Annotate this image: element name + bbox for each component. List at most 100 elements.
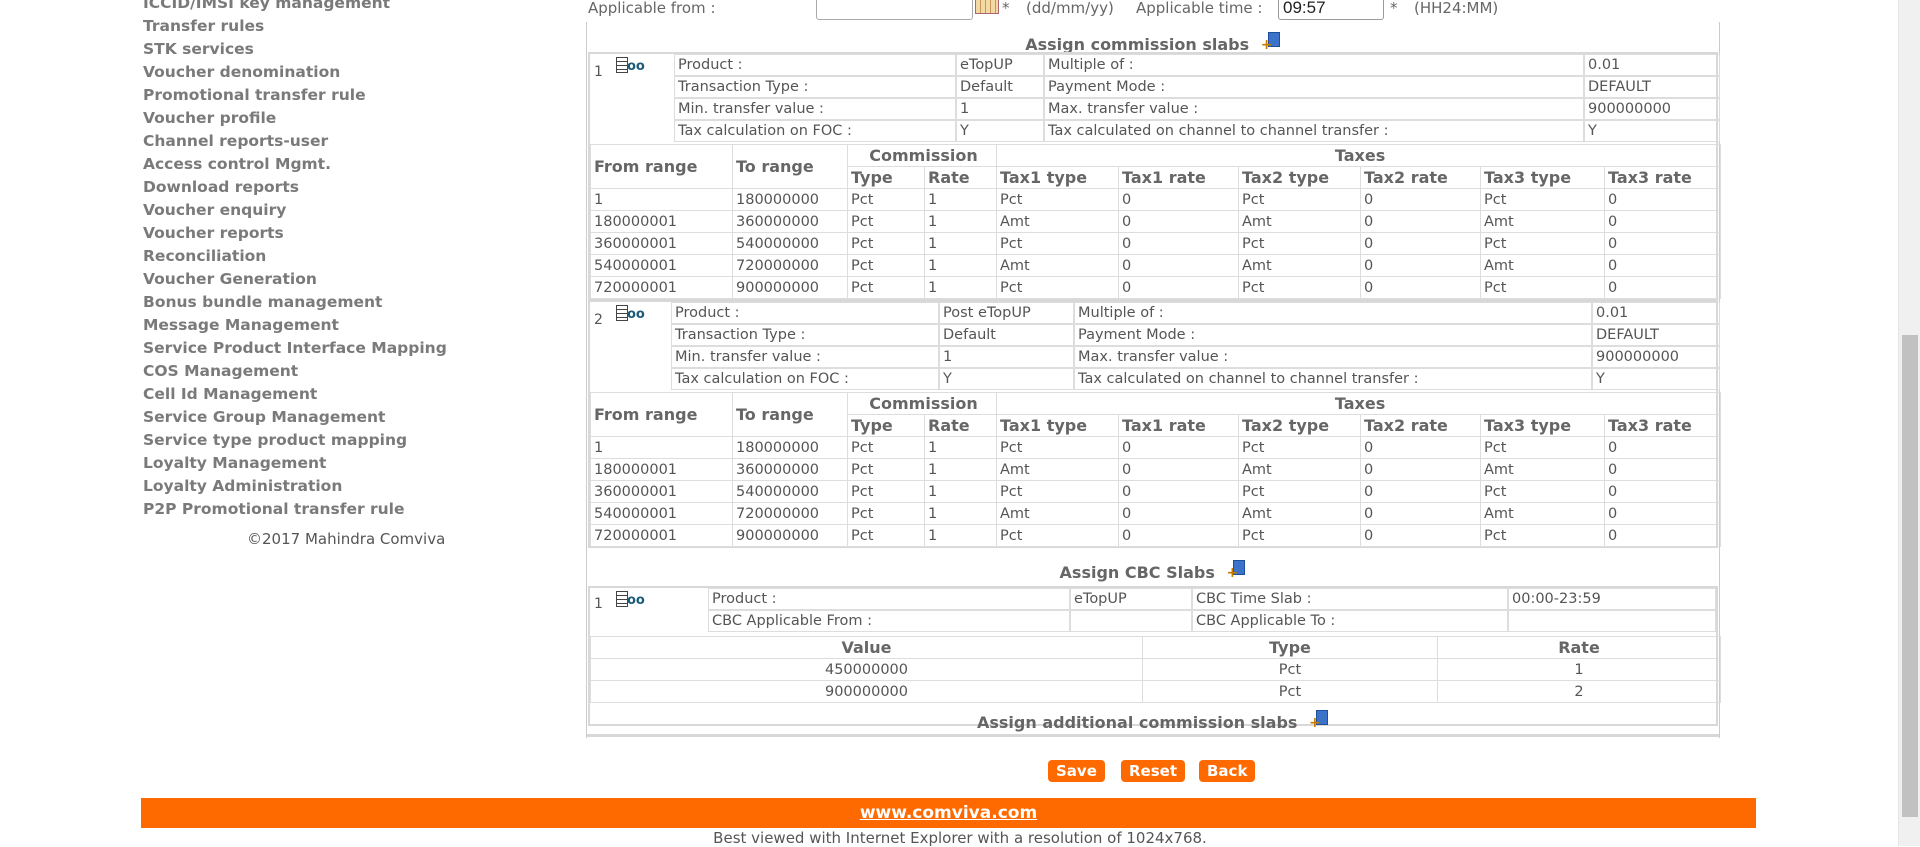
sidebar-menu-item[interactable]: Voucher profile bbox=[143, 107, 483, 130]
max-transfer-value-label: Max. transfer value : bbox=[1074, 346, 1592, 368]
slab-cell: 1 bbox=[923, 254, 998, 277]
sidebar-menu-item[interactable]: Voucher reports bbox=[143, 222, 483, 245]
vertical-scrollbar[interactable] bbox=[1898, 0, 1920, 846]
slab-cell: 0 bbox=[1604, 210, 1722, 233]
sidebar-menu-item[interactable]: Access control Mgmt. bbox=[143, 153, 483, 176]
slab-cell: 360000000 bbox=[732, 458, 848, 481]
slab-cell: 180000001 bbox=[590, 458, 733, 481]
slab-cell: Amt bbox=[1238, 254, 1362, 277]
sidebar-menu-item[interactable]: Service Group Management bbox=[143, 406, 483, 429]
slab-cell: 1 bbox=[923, 188, 998, 211]
sidebar-menu-item[interactable]: Loyalty Administration bbox=[143, 475, 483, 498]
min-transfer-value-value: 1 bbox=[939, 346, 1074, 368]
slab-cell: 0 bbox=[1118, 524, 1240, 547]
sidebar-menu-item[interactable]: Transfer rules bbox=[143, 15, 483, 38]
slab-row: 360000001 540000000 Pct 1 Pct 0 Pct 0 Pct 0 bbox=[590, 480, 1722, 503]
view-details-icon[interactable]: oo bbox=[616, 305, 645, 323]
sidebar-menu-item[interactable]: STK services bbox=[143, 38, 483, 61]
sidebar-menu-item[interactable]: Download reports bbox=[143, 176, 483, 199]
sidebar-menu-item[interactable]: Channel reports-user bbox=[143, 130, 483, 153]
slab-cell: Pct bbox=[1480, 436, 1606, 459]
slab-cell: Pct bbox=[847, 436, 925, 459]
slab-cell: 0 bbox=[1360, 524, 1482, 547]
slab-cell: 0 bbox=[1118, 232, 1240, 255]
scrollbar-thumb[interactable] bbox=[1902, 335, 1918, 817]
tax-channel-transfer-value: Y bbox=[1592, 368, 1720, 390]
sidebar-menu-item[interactable]: ICCID/IMSI key management bbox=[143, 0, 483, 15]
cbc-slab-block: 1 oo Product : eTopUP CBC Time Slab : 00… bbox=[588, 586, 1721, 726]
sidebar-menu-item[interactable]: Promotional transfer rule bbox=[143, 84, 483, 107]
slab-cell: Amt bbox=[1480, 458, 1606, 481]
slab-cell: 1 bbox=[923, 458, 998, 481]
assign-additional-commission-title: Assign additional commission slabs bbox=[976, 713, 1298, 732]
commission-slab-block: 2 oo Product : Post eTopUP Multiple of :0.01… bbox=[588, 300, 1722, 548]
slab-cell: 0 bbox=[1604, 254, 1722, 277]
add-additional-commission-icon[interactable]: + bbox=[1309, 710, 1329, 730]
slab-cell: 0 bbox=[1604, 232, 1722, 255]
sidebar-menu-item[interactable]: Message Management bbox=[143, 314, 483, 337]
cbc-cell: 900000000 bbox=[590, 680, 1143, 703]
tax2-rate-header: Tax2 rate bbox=[1360, 166, 1482, 189]
slab-cell: 540000000 bbox=[732, 480, 848, 503]
slab-cell: Pct bbox=[996, 188, 1120, 211]
commission-slab-table: From range To range Commission Taxes Type Rat… bbox=[590, 144, 1722, 299]
cbc-value-header: Value bbox=[590, 636, 1143, 659]
sidebar-menu-item[interactable]: Voucher Generation bbox=[143, 268, 483, 291]
sidebar-menu-item[interactable]: P2P Promotional transfer rule bbox=[143, 498, 483, 521]
slab-cell: Pct bbox=[1238, 276, 1362, 299]
slab-cell: 0 bbox=[1118, 480, 1240, 503]
sidebar-menu-item[interactable]: Voucher enquiry bbox=[143, 199, 483, 222]
tax3-rate-header: Tax3 rate bbox=[1604, 414, 1722, 437]
slab-cell: Pct bbox=[847, 480, 925, 503]
copyright-text: ©2017 Mahindra Comviva bbox=[247, 530, 446, 548]
reset-button[interactable]: Reset bbox=[1121, 760, 1185, 782]
time-format-hint: (HH24:MM) bbox=[1414, 0, 1499, 17]
assign-commission-slabs-header: Assign commission slabs + bbox=[587, 32, 1719, 54]
tax1-rate-header: Tax1 rate bbox=[1118, 414, 1240, 437]
sidebar-menu-item[interactable]: Service Product Interface Mapping bbox=[143, 337, 483, 360]
sidebar-menu-item[interactable]: COS Management bbox=[143, 360, 483, 383]
footer-bar: www.comviva.com bbox=[141, 798, 1756, 828]
tax3-type-header: Tax3 type bbox=[1480, 414, 1606, 437]
slab-cell: 0 bbox=[1360, 480, 1482, 503]
commission-rate-header: Rate bbox=[923, 414, 998, 437]
tax-channel-transfer-label: Tax calculated on channel to channel tra… bbox=[1044, 120, 1584, 142]
cbc-slab-table: Value Type Rate 450000000 Pct 1 900000000 Pc… bbox=[590, 636, 1721, 703]
cbc-slab-index: 1 bbox=[594, 596, 603, 612]
view-details-icon[interactable]: oo bbox=[616, 57, 645, 75]
comviva-website-link[interactable]: www.comviva.com bbox=[860, 803, 1037, 823]
add-cbc-slab-icon[interactable]: + bbox=[1226, 560, 1246, 580]
slab-cell: 180000000 bbox=[732, 436, 848, 459]
slab-row: 720000001 900000000 Pct 1 Pct 0 Pct 0 Pct 0 bbox=[590, 276, 1722, 299]
calendar-icon[interactable] bbox=[975, 0, 999, 14]
slab-cell: Pct bbox=[847, 188, 925, 211]
save-button[interactable]: Save bbox=[1048, 760, 1105, 782]
sidebar-menu-item[interactable]: Service type product mapping bbox=[143, 429, 483, 452]
back-button[interactable]: Back bbox=[1199, 760, 1256, 782]
slab-cell: Pct bbox=[996, 276, 1120, 299]
cbc-row: 450000000 Pct 1 bbox=[590, 658, 1721, 681]
tax2-type-header: Tax2 type bbox=[1238, 414, 1362, 437]
product-value: Post eTopUP bbox=[939, 302, 1074, 324]
transaction-type-value: Default bbox=[956, 76, 1044, 98]
applicable-time-input[interactable] bbox=[1278, 0, 1384, 20]
transaction-type-value: Default bbox=[939, 324, 1074, 346]
view-details-icon[interactable]: oo bbox=[616, 591, 645, 609]
slab-cell: Pct bbox=[847, 210, 925, 233]
assign-cbc-slabs-title: Assign CBC Slabs bbox=[1059, 563, 1215, 582]
sidebar-menu-item[interactable]: Bonus bundle management bbox=[143, 291, 483, 314]
multiple-of-value: 0.01 bbox=[1592, 302, 1720, 324]
sidebar-menu-item[interactable]: Voucher denomination bbox=[143, 61, 483, 84]
applicable-from-date-input[interactable] bbox=[816, 0, 973, 20]
sidebar-menu-item[interactable]: Reconciliation bbox=[143, 245, 483, 268]
slab-info-grid: Product : Post eTopUP Multiple of :0.01 Tra… bbox=[671, 302, 1720, 390]
slab-cell: 720000001 bbox=[590, 276, 733, 299]
max-transfer-value-value: 900000000 bbox=[1584, 98, 1720, 120]
slab-cell: 0 bbox=[1118, 210, 1240, 233]
slab-cell: 0 bbox=[1360, 210, 1482, 233]
add-commission-slab-icon[interactable]: + bbox=[1261, 32, 1281, 52]
slab-cell: Pct bbox=[847, 276, 925, 299]
sidebar-menu-item[interactable]: Loyalty Management bbox=[143, 452, 483, 475]
slab-cell: Amt bbox=[1238, 210, 1362, 233]
sidebar-menu-item[interactable]: Cell Id Management bbox=[143, 383, 483, 406]
